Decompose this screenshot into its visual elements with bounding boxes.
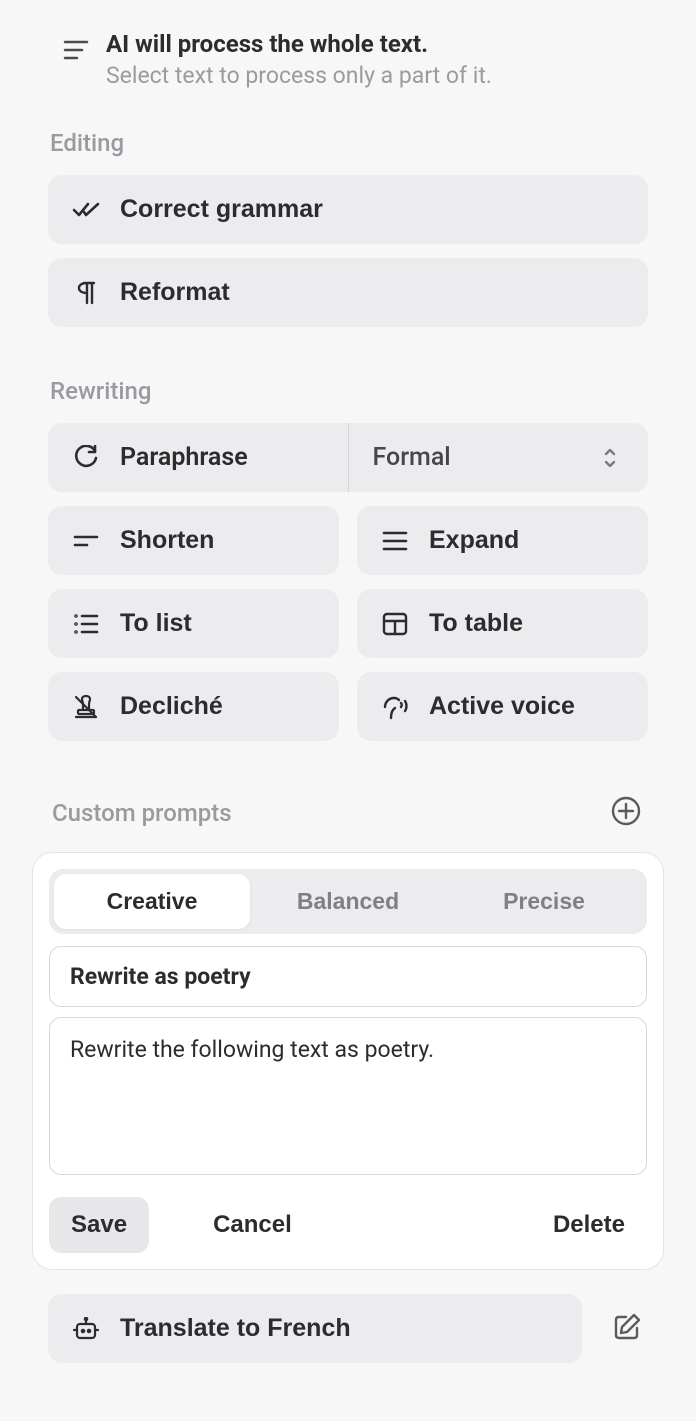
correct-grammar-label: Correct grammar <box>120 195 323 224</box>
decliche-button[interactable]: Decliché <box>48 672 339 741</box>
text-lines-icon <box>62 36 90 64</box>
refresh-icon <box>72 444 100 472</box>
to-table-label: To table <box>429 609 523 638</box>
reformat-button[interactable]: Reformat <box>48 258 648 327</box>
expand-icon <box>381 527 409 555</box>
correct-grammar-button[interactable]: Correct grammar <box>48 175 648 244</box>
no-stamp-icon <box>72 693 100 721</box>
edit-icon <box>612 1312 642 1342</box>
rewriting-section-label: Rewriting <box>48 377 648 405</box>
prompt-text-input[interactable]: Rewrite the following text as poetry. <box>49 1017 647 1175</box>
paraphrase-row: Paraphrase Formal <box>48 423 648 492</box>
shorten-icon <box>72 527 100 555</box>
to-list-label: To list <box>120 609 192 638</box>
custom-prompts-label: Custom prompts <box>50 799 232 827</box>
creativity-segmented-control: Creative Balanced Precise <box>49 869 647 934</box>
editing-section-label: Editing <box>48 129 648 157</box>
header: AI will process the whole text. Select t… <box>48 30 648 89</box>
to-list-button[interactable]: To list <box>48 589 339 658</box>
prompt-actions: Save Cancel Delete <box>49 1197 647 1253</box>
tab-creative[interactable]: Creative <box>54 874 250 929</box>
pilcrow-icon <box>72 279 100 307</box>
expand-label: Expand <box>429 526 519 555</box>
robot-icon <box>72 1315 100 1343</box>
to-table-button[interactable]: To table <box>357 589 648 658</box>
header-title: AI will process the whole text. <box>106 30 492 58</box>
decliche-label: Decliché <box>120 692 223 721</box>
delete-button[interactable]: Delete <box>531 1197 647 1253</box>
paraphrase-label: Paraphrase <box>120 443 248 472</box>
tab-precise[interactable]: Precise <box>446 874 642 929</box>
tab-balanced[interactable]: Balanced <box>250 874 446 929</box>
plus-circle-icon <box>610 795 642 827</box>
add-prompt-button[interactable] <box>606 791 646 834</box>
prompt-editor-card: Creative Balanced Precise Rewrite the fo… <box>32 852 664 1270</box>
active-voice-button[interactable]: Active voice <box>357 672 648 741</box>
tone-select[interactable]: Formal <box>348 423 649 492</box>
reformat-label: Reformat <box>120 278 230 307</box>
shorten-label: Shorten <box>120 526 214 555</box>
translate-label: Translate to French <box>120 1314 351 1343</box>
custom-prompts-header: Custom prompts <box>48 791 648 834</box>
edit-prompt-button[interactable] <box>606 1306 648 1351</box>
tone-selected-label: Formal <box>373 443 451 472</box>
shorten-button[interactable]: Shorten <box>48 506 339 575</box>
header-subtitle: Select text to process only a part of it… <box>106 62 492 89</box>
table-icon <box>381 610 409 638</box>
translate-row: Translate to French <box>48 1294 648 1363</box>
paraphrase-button[interactable]: Paraphrase <box>48 423 348 492</box>
active-voice-label: Active voice <box>429 692 575 721</box>
list-icon <box>72 610 100 638</box>
checkmarks-icon <box>72 196 100 224</box>
prompt-name-input[interactable] <box>49 946 647 1007</box>
voice-icon <box>381 693 409 721</box>
translate-button[interactable]: Translate to French <box>48 1294 582 1363</box>
expand-button[interactable]: Expand <box>357 506 648 575</box>
chevron-updown-icon <box>596 444 624 472</box>
save-button[interactable]: Save <box>49 1197 149 1253</box>
cancel-button[interactable]: Cancel <box>191 1197 314 1253</box>
